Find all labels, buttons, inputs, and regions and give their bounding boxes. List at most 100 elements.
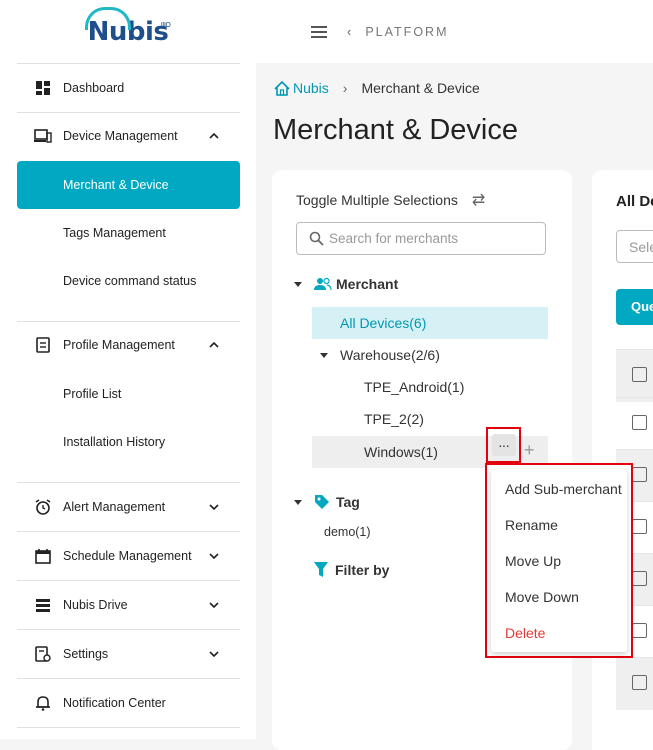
tree-node-warehouse[interactable]: Warehouse(2/6)	[320, 347, 440, 363]
toggle-multiple-selections[interactable]: Toggle Multiple Selections ⇄	[296, 190, 485, 210]
profile-icon	[34, 336, 52, 354]
select-all-checkbox[interactable]	[632, 367, 647, 382]
divider	[17, 727, 240, 728]
sidebar-item-installation-history[interactable]: Installation History	[17, 418, 240, 466]
sidebar: Nubis IIIO Dashboard Device Management Me…	[0, 0, 256, 739]
sidebar-item-label: Installation History	[63, 435, 166, 449]
search-icon	[309, 231, 325, 247]
merchant-header-label: Merchant	[336, 276, 399, 292]
merchant-search-input[interactable]	[327, 230, 541, 247]
sidebar-item-label: Profile List	[63, 387, 122, 401]
caret-down-icon[interactable]	[294, 281, 302, 287]
context-menu-highlight: Add Sub-merchant Rename Move Up Move Dow…	[485, 463, 633, 658]
query-button[interactable]: Query	[616, 289, 653, 325]
row-checkbox[interactable]	[632, 467, 647, 482]
sidebar-item-settings[interactable]: Settings	[17, 631, 240, 677]
filter-header-label: Filter by	[335, 562, 390, 578]
sidebar-item-label: Profile Management	[63, 338, 175, 352]
tree-node-all-devices[interactable]: All Devices(6)	[312, 307, 548, 339]
row-checkbox[interactable]	[632, 571, 647, 586]
chevron-down-icon	[206, 553, 222, 559]
devices-panel: All Devices Select Query	[592, 170, 653, 750]
table-row[interactable]	[616, 657, 653, 710]
divider	[17, 678, 240, 679]
row-checkbox[interactable]	[632, 675, 647, 690]
add-icon[interactable]: +	[524, 440, 535, 461]
sidebar-item-device-management[interactable]: Device Management	[17, 113, 240, 159]
menu-item-move-up[interactable]: Move Up	[505, 553, 625, 569]
alarm-clock-icon	[34, 498, 52, 516]
logo-superscript: IIIO	[160, 20, 171, 29]
caret-down-icon[interactable]	[294, 499, 302, 505]
sidebar-item-nubis-drive[interactable]: Nubis Drive	[17, 582, 240, 628]
tree-node-label: Windows(1)	[364, 444, 438, 460]
calendar-icon	[34, 547, 52, 565]
topbar: ‹ PLATFORM	[256, 0, 653, 63]
filter-icon	[314, 562, 328, 577]
breadcrumb-separator: ›	[342, 80, 348, 96]
row-checkbox[interactable]	[632, 519, 647, 534]
menu-item-move-down[interactable]: Move Down	[505, 589, 625, 605]
sidebar-item-alert-management[interactable]: Alert Management	[17, 484, 240, 530]
filter-section-header[interactable]: Filter by	[314, 562, 389, 578]
row-checkbox[interactable]	[632, 623, 647, 638]
platform-title: PLATFORM	[365, 24, 449, 39]
page-title: Merchant & Device	[273, 114, 518, 146]
chevron-down-icon	[206, 602, 222, 608]
sidebar-item-tags-management[interactable]: Tags Management	[17, 209, 240, 257]
devices-panel-title: All Devices	[616, 193, 653, 210]
tag-item-label: demo(1)	[324, 525, 371, 539]
tree-node-label: Warehouse(2/6)	[340, 347, 440, 363]
table-row[interactable]	[616, 397, 653, 450]
sidebar-item-label: Tags Management	[63, 226, 166, 240]
sidebar-item-label: Dashboard	[63, 81, 125, 95]
devices-select[interactable]: Select	[616, 230, 653, 263]
breadcrumb-home[interactable]: Nubis	[274, 80, 329, 96]
sidebar-item-merchant-device[interactable]: Merchant & Device	[17, 161, 240, 209]
divider	[17, 482, 240, 483]
settings-document-icon	[34, 645, 52, 663]
tree-node-tpe-2[interactable]: TPE_2(2)	[364, 411, 424, 427]
caret-down-icon[interactable]	[320, 352, 328, 358]
chevron-left-icon[interactable]: ‹	[347, 24, 351, 39]
devices-icon	[34, 127, 52, 145]
merchant-section-header[interactable]: Merchant	[294, 276, 398, 292]
sidebar-item-label: Schedule Management	[63, 549, 192, 563]
dashboard-icon	[34, 79, 52, 97]
home-icon	[274, 80, 290, 96]
sidebar-item-label: Merchant & Device	[63, 178, 169, 192]
more-options-button[interactable]: ···	[486, 427, 521, 463]
tag-section-header[interactable]: Tag	[294, 494, 360, 510]
breadcrumb-home-label: Nubis	[293, 80, 329, 96]
row-checkbox[interactable]	[632, 415, 647, 430]
users-icon	[314, 277, 332, 291]
sidebar-item-profile-management[interactable]: Profile Management	[17, 322, 240, 368]
menu-item-add-sub-merchant[interactable]: Add Sub-merchant	[505, 481, 625, 497]
sidebar-item-dashboard[interactable]: Dashboard	[17, 65, 240, 111]
sidebar-item-profile-list[interactable]: Profile List	[17, 370, 240, 418]
swap-icon[interactable]: ⇄	[472, 190, 485, 210]
menu-item-delete[interactable]: Delete	[505, 625, 625, 641]
sidebar-item-notification-center[interactable]: Notification Center	[17, 680, 240, 726]
chevron-up-icon	[206, 342, 222, 348]
sidebar-item-label: Alert Management	[63, 500, 166, 514]
sidebar-item-device-command-status[interactable]: Device command status	[17, 257, 240, 305]
merchant-search	[296, 222, 546, 255]
menu-item-rename[interactable]: Rename	[505, 517, 625, 533]
tag-icon	[315, 495, 329, 509]
context-menu: Add Sub-merchant Rename Move Up Move Dow…	[491, 469, 627, 652]
chevron-down-icon	[206, 651, 222, 657]
logo[interactable]: Nubis IIIO	[0, 0, 256, 63]
chevron-up-icon	[206, 133, 222, 139]
tree-node-label: All Devices(6)	[340, 315, 427, 331]
sidebar-item-label: Notification Center	[63, 696, 166, 710]
sidebar-item-schedule-management[interactable]: Schedule Management	[17, 533, 240, 579]
tag-header-label: Tag	[336, 494, 360, 510]
toggle-label: Toggle Multiple Selections	[296, 192, 458, 208]
tree-node-tpe-android[interactable]: TPE_Android(1)	[364, 379, 464, 395]
chevron-down-icon	[206, 504, 222, 510]
tag-item-demo[interactable]: demo(1)	[324, 525, 371, 539]
more-horizontal-icon: ···	[491, 434, 516, 456]
sidebar-item-label: Device Management	[63, 129, 178, 143]
menu-icon[interactable]	[311, 23, 327, 41]
